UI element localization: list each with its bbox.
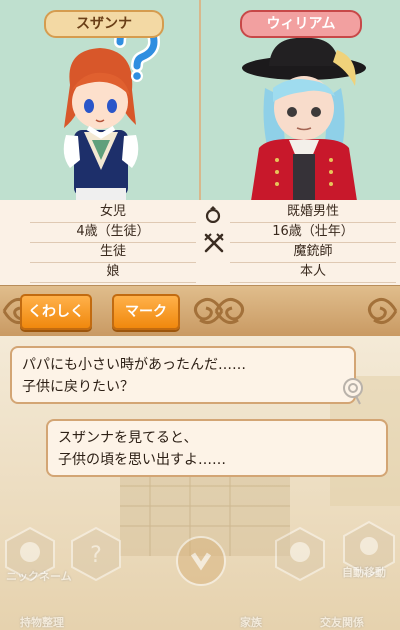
- family-label: 家族: [240, 616, 262, 629]
- right-info-status: 既婚男性: [230, 202, 396, 223]
- ring-icon: [205, 206, 221, 223]
- auto-move-label: 自動移動: [342, 566, 386, 579]
- right-info-age: 16歳（壮年）: [230, 222, 396, 243]
- left-info-gender: 女児: [30, 202, 196, 223]
- left-character-name: スザンナ: [44, 10, 164, 38]
- friends-label: 交友関係: [320, 616, 364, 629]
- dialogue-line: パパにも小さい時があったんだ……: [22, 357, 246, 373]
- mark-button[interactable]: マーク: [112, 294, 180, 330]
- svg-text:?: ?: [90, 543, 102, 568]
- right-info-occupation: 魔銃師: [230, 242, 396, 263]
- action-toolbar: くわしく マーク: [0, 285, 400, 337]
- ornament-icon: [367, 298, 398, 324]
- inventory-label: 持物整理: [20, 616, 64, 629]
- character-info: 女児 4歳（生徒） 生徒 娘 既婚男性 16歳（壮年） 魔銃師 本人: [0, 200, 400, 285]
- crossed-swords-icon: [204, 233, 224, 253]
- detail-button[interactable]: くわしく: [20, 294, 92, 330]
- nickname-label: ニックネーム: [6, 570, 72, 583]
- social-icon[interactable]: [272, 526, 328, 582]
- left-info-age: 4歳（生徒）: [30, 222, 196, 243]
- help-icon[interactable]: ?: [68, 526, 124, 582]
- dialogue-line: 子供に戻りたい？: [22, 379, 134, 395]
- right-character-name: ウィリアム: [240, 10, 362, 38]
- dialogue-bubble-2[interactable]: スザンナを見てると、 子供の頃を思い出すよ……: [46, 419, 388, 477]
- dialogue-bubble-1[interactable]: パパにも小さい時があったんだ…… 子供に戻りたい？: [10, 346, 356, 404]
- ornament-icon: [214, 298, 245, 324]
- advance-icon[interactable]: [174, 534, 228, 588]
- dialogue-line: スザンナを見てると、: [58, 430, 198, 446]
- dialogue-line: 子供の頃を思い出すよ……: [58, 452, 226, 468]
- left-info-relation: 娘: [30, 262, 196, 283]
- right-info-relation: 本人: [230, 262, 396, 283]
- bubble-tail: [343, 378, 363, 405]
- left-info-occupation: 生徒: [30, 242, 196, 263]
- man-character: [242, 37, 366, 200]
